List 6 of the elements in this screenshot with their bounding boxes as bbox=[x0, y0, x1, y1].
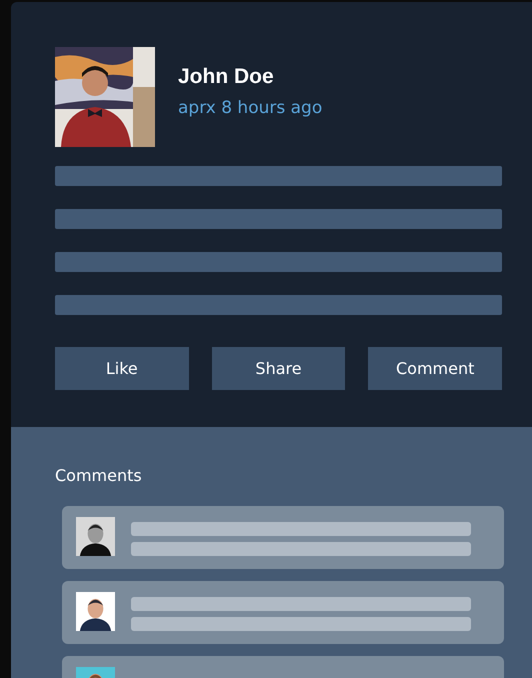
action-button[interactable]: Comment bbox=[368, 347, 502, 390]
author-name: John Doe bbox=[178, 64, 275, 88]
post-time: aprx 8 hours ago bbox=[178, 98, 322, 118]
action-button[interactable]: Share bbox=[212, 347, 346, 390]
comments-heading: Comments bbox=[55, 466, 143, 485]
action-button[interactable]: Like bbox=[55, 347, 189, 390]
